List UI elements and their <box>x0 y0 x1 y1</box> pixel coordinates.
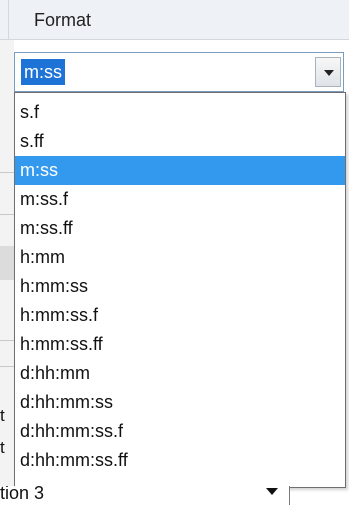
background-combobox-value: tion 3 <box>0 486 45 503</box>
format-combobox-value[interactable]: m:ss <box>21 59 65 85</box>
format-option[interactable]: h:mm:ss <box>15 272 345 301</box>
format-combobox[interactable]: m:ss <box>14 52 344 92</box>
format-option[interactable]: h:mm:ss.f <box>15 301 345 330</box>
format-option[interactable]: d:hh:mm:ss.ff <box>15 446 345 475</box>
format-option[interactable]: d:hh:mm <box>15 359 345 388</box>
format-option[interactable]: s.f <box>15 98 345 127</box>
background-label-fragment: t <box>0 406 5 425</box>
header-divider <box>8 0 9 40</box>
format-option[interactable]: d:hh:mm:ss <box>15 388 345 417</box>
chevron-down-icon <box>324 70 334 76</box>
chevron-down-icon[interactable] <box>266 488 278 495</box>
format-option[interactable]: m:ss.ff <box>15 214 345 243</box>
format-dropdown-list[interactable]: s.f s.ff m:ss m:ss.f m:ss.ff h:mm h:mm:ss h:mm:… <box>14 92 346 488</box>
format-column-header: Format <box>0 0 349 40</box>
header-title: Format <box>34 10 92 30</box>
format-option[interactable]: h:mm <box>15 243 345 272</box>
format-option[interactable]: h:mm:ss.ff <box>15 330 345 359</box>
background-combobox[interactable]: tion 3 <box>0 486 290 505</box>
background-panel <box>0 246 14 280</box>
format-option[interactable]: s.ff <box>15 127 345 156</box>
format-option[interactable]: d:hh:mm:ss.f <box>15 417 345 446</box>
background-divider <box>0 366 14 367</box>
format-option[interactable]: m:ss.f <box>15 185 345 214</box>
format-option[interactable]: m:ss <box>15 156 345 185</box>
background-divider <box>0 340 14 341</box>
background-divider <box>0 214 14 215</box>
background-divider <box>0 172 14 173</box>
background-label-fragment: t <box>0 438 5 457</box>
combobox-dropdown-button[interactable] <box>315 57 341 87</box>
